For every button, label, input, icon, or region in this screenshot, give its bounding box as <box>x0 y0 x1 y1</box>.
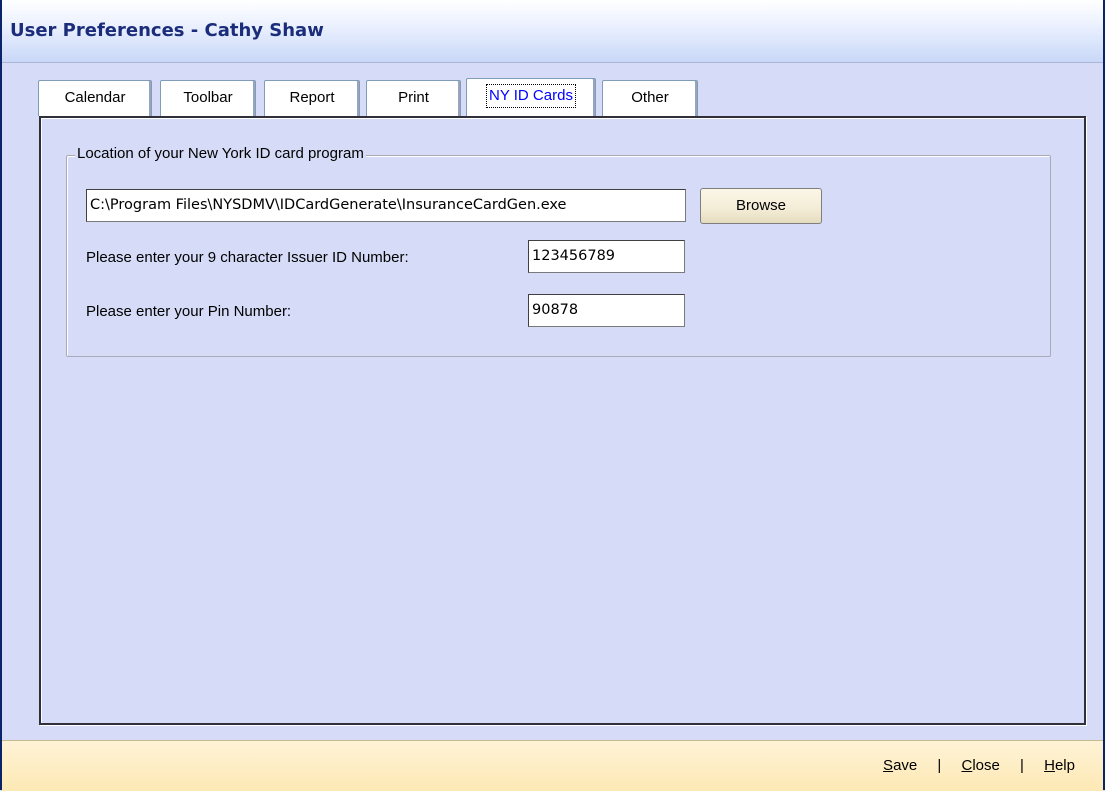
help-link-text: elp <box>1054 757 1075 774</box>
separator: | <box>937 757 942 774</box>
program-location-group: Location of your New York ID card progra… <box>66 145 1051 357</box>
tab-report-label: Report <box>289 89 335 106</box>
issuer-id-field[interactable]: 123456789 <box>528 240 685 273</box>
program-path-field[interactable]: C:\Program Files\NYSDMV\IDCardGenerate\I… <box>86 189 686 222</box>
browse-button[interactable]: Browse <box>700 188 822 224</box>
save-mnemonic: S <box>883 757 894 774</box>
separator: | <box>1020 757 1024 774</box>
title-bar: User Preferences - Cathy Shaw <box>2 0 1103 63</box>
pin-label: Please enter your Pin Number: <box>86 303 292 320</box>
footer-links: Save | Close | Help <box>883 757 1075 774</box>
tab-ny-id-cards-label: NY ID Cards <box>486 84 576 108</box>
tab-other-label: Other <box>631 89 669 106</box>
tab-toolbar-label: Toolbar <box>183 89 233 106</box>
user-preferences-window: User Preferences - Cathy Shaw Calendar T… <box>0 0 1105 791</box>
tab-other[interactable]: Other <box>602 80 698 116</box>
group-title: Location of your New York ID card progra… <box>75 145 366 162</box>
help-link[interactable]: Help <box>1044 757 1075 774</box>
footer-bar: Save | Close | Help <box>2 740 1103 791</box>
pin-field[interactable]: 90878 <box>528 294 685 327</box>
tab-print[interactable]: Print <box>366 80 461 116</box>
tab-panel-ny-id-cards: Location of your New York ID card progra… <box>39 116 1086 725</box>
tab-report[interactable]: Report <box>264 80 360 116</box>
tab-calendar[interactable]: Calendar <box>38 80 152 116</box>
close-link[interactable]: Close <box>962 757 1000 774</box>
tab-print-label: Print <box>398 89 429 106</box>
issuer-id-label: Please enter your 9 character Issuer ID … <box>86 249 409 266</box>
tab-calendar-label: Calendar <box>64 89 126 106</box>
tab-toolbar[interactable]: Toolbar <box>160 80 256 116</box>
window-title: User Preferences - Cathy Shaw <box>10 20 324 41</box>
close-mnemonic: C <box>961 757 973 774</box>
close-link-text: lose <box>972 757 1000 774</box>
save-link-text: ave <box>893 757 918 774</box>
help-mnemonic: H <box>1044 757 1055 774</box>
tab-ny-id-cards[interactable]: NY ID Cards <box>466 78 596 116</box>
save-link[interactable]: Save <box>883 757 917 774</box>
